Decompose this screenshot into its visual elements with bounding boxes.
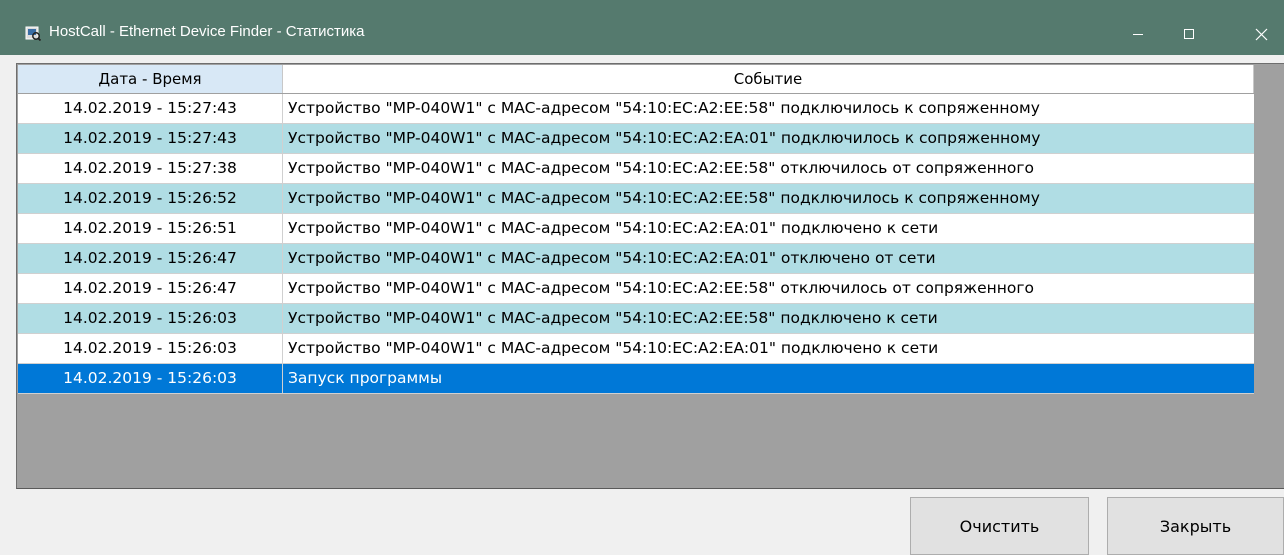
datetime-cell[interactable]: 14.02.2019 - 15:26:52 xyxy=(18,184,283,213)
close-window-button[interactable] xyxy=(1238,14,1284,54)
table-row[interactable]: 14.02.2019 - 15:26:47 Устройство "MP-040W… xyxy=(18,244,1254,274)
datetime-cell[interactable]: 14.02.2019 - 15:26:51 xyxy=(18,214,283,243)
datetime-cell[interactable]: 14.02.2019 - 15:26:47 xyxy=(18,244,283,273)
table-row[interactable]: 14.02.2019 - 15:26:47 Устройство "MP-040W… xyxy=(18,274,1254,304)
event-cell[interactable]: Устройство "MP-040W1" с MAC-адресом "54:… xyxy=(283,154,1254,183)
table-row[interactable]: 14.02.2019 - 15:26:03 Запуск программы xyxy=(18,364,1254,394)
close-button[interactable]: Закрыть xyxy=(1107,497,1284,555)
minimize-icon xyxy=(1133,34,1143,35)
datetime-cell[interactable]: 14.02.2019 - 15:26:03 xyxy=(18,304,283,333)
table-row[interactable]: 14.02.2019 - 15:26:03 Устройство "MP-040W… xyxy=(18,334,1254,364)
event-cell[interactable]: Устройство "MP-040W1" с MAC-адресом "54:… xyxy=(283,124,1254,153)
event-cell[interactable]: Устройство "MP-040W1" с MAC-адресом "54:… xyxy=(283,304,1254,333)
maximize-button[interactable] xyxy=(1166,14,1212,54)
event-cell[interactable]: Устройство "MP-040W1" с MAC-адресом "54:… xyxy=(283,184,1254,213)
event-cell[interactable]: Устройство "MP-040W1" с MAC-адресом "54:… xyxy=(283,334,1254,363)
column-header-datetime[interactable]: Дата - Время xyxy=(18,65,283,93)
statistics-window: HostCall - Ethernet Device Finder - Стат… xyxy=(0,0,1284,555)
datetime-cell[interactable]: 14.02.2019 - 15:27:43 xyxy=(18,94,283,123)
window-title: HostCall - Ethernet Device Finder - Стат… xyxy=(49,23,365,40)
grid-header: Дата - Время Событие xyxy=(18,65,1254,93)
app-icon xyxy=(25,26,41,41)
datetime-cell[interactable]: 14.02.2019 - 15:27:38 xyxy=(18,154,283,183)
table-row[interactable]: 14.02.2019 - 15:27:43 Устройство "MP-040W… xyxy=(18,124,1254,154)
table-row[interactable]: 14.02.2019 - 15:26:51 Устройство "MP-040W… xyxy=(18,214,1254,244)
event-cell[interactable]: Устройство "MP-040W1" с MAC-адресом "54:… xyxy=(283,214,1254,243)
close-icon xyxy=(1255,28,1267,40)
event-cell[interactable]: Устройство "MP-040W1" с MAC-адресом "54:… xyxy=(283,244,1254,273)
table-row[interactable]: 14.02.2019 - 15:26:03 Устройство "MP-040W… xyxy=(18,304,1254,334)
clear-button[interactable]: Очистить xyxy=(910,497,1089,555)
table-row[interactable]: 14.02.2019 - 15:26:52 Устройство "MP-040W… xyxy=(18,184,1254,214)
datetime-cell[interactable]: 14.02.2019 - 15:27:43 xyxy=(18,124,283,153)
event-cell[interactable]: Устройство "MP-040W1" с MAC-адресом "54:… xyxy=(283,274,1254,303)
grid-rows: 14.02.2019 - 15:27:43 Устройство "MP-040W… xyxy=(18,94,1254,394)
datetime-cell[interactable]: 14.02.2019 - 15:26:47 xyxy=(18,274,283,303)
title-bar[interactable]: HostCall - Ethernet Device Finder - Стат… xyxy=(0,0,1284,55)
column-header-event[interactable]: Событие xyxy=(283,65,1254,93)
datetime-cell[interactable]: 14.02.2019 - 15:26:03 xyxy=(18,364,283,393)
event-cell[interactable]: Запуск программы xyxy=(283,364,1254,393)
minimize-button[interactable] xyxy=(1115,14,1161,54)
table-row[interactable]: 14.02.2019 - 15:27:43 Устройство "MP-040W… xyxy=(18,94,1254,124)
maximize-icon xyxy=(1184,29,1194,39)
event-cell[interactable]: Устройство "MP-040W1" с MAC-адресом "54:… xyxy=(283,94,1254,123)
table-row[interactable]: 14.02.2019 - 15:27:38 Устройство "MP-040W… xyxy=(18,154,1254,184)
datetime-cell[interactable]: 14.02.2019 - 15:26:03 xyxy=(18,334,283,363)
events-grid[interactable]: Дата - Время Событие 14.02.2019 - 15:27:… xyxy=(16,63,1284,489)
